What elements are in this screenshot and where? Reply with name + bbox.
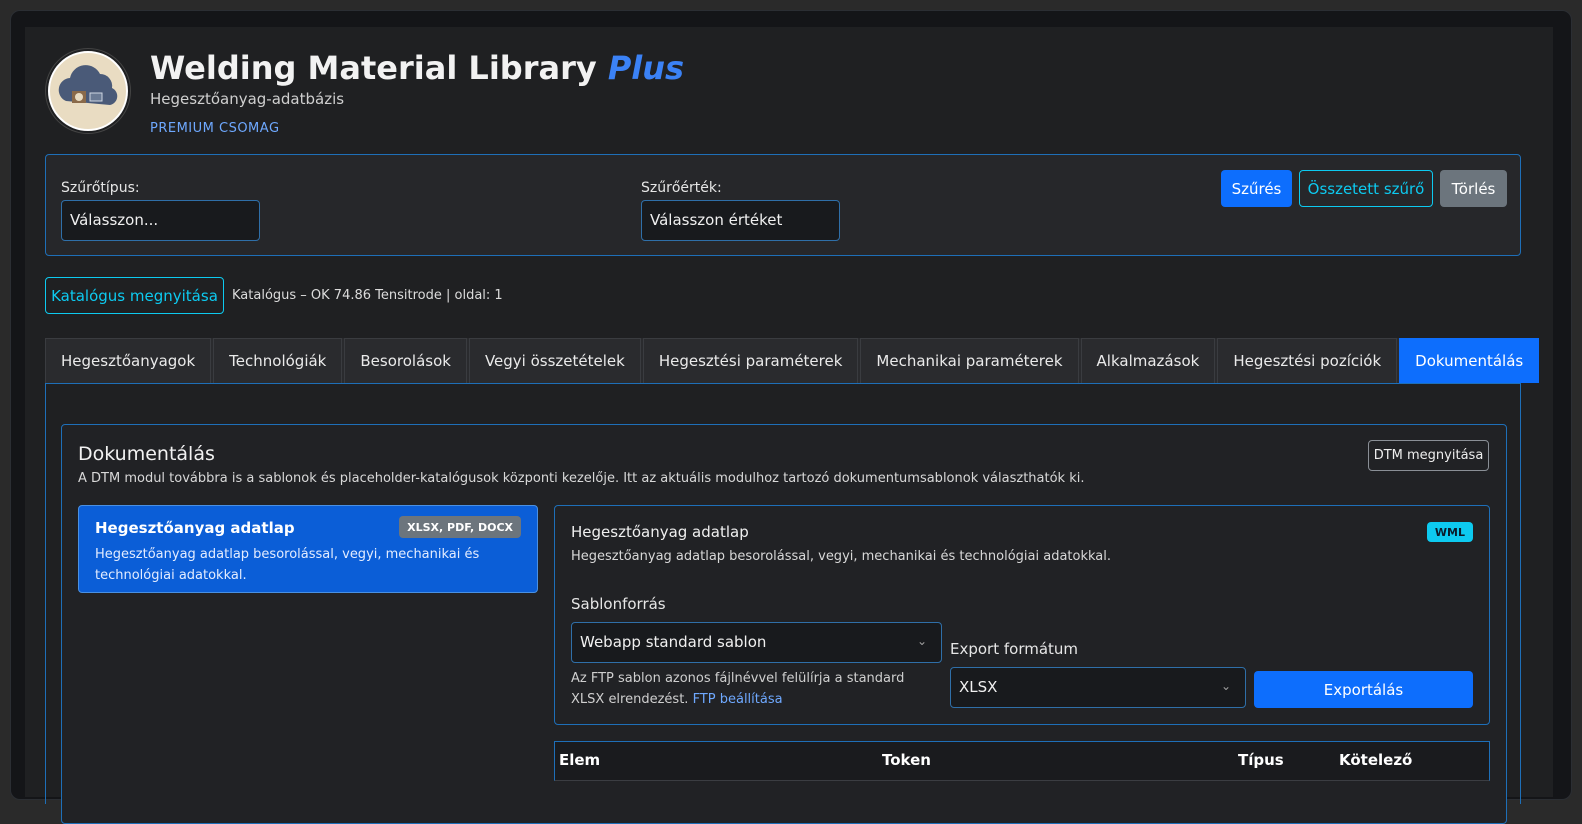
filter-value-select[interactable]: Válasszon értéket (641, 200, 840, 241)
filter-type-select[interactable]: Válasszon... (61, 200, 260, 241)
detail-description: Hegesztőanyag adatlap besorolással, vegy… (571, 549, 1112, 564)
documentation-card: Dokumentálás A DTM modul továbbra is a s… (61, 424, 1507, 824)
export-button[interactable]: Exportálás (1254, 671, 1473, 708)
package-label: PREMIUM CSOMAG (150, 121, 280, 136)
tab-technologiak[interactable]: Technológiák (213, 338, 343, 383)
template-list-item[interactable]: Hegesztőanyag adatlap XLSX, PDF, DOCX He… (78, 505, 538, 593)
chevron-down-icon: ⌄ (1220, 679, 1231, 693)
tab-hegesztesi-parameterek[interactable]: Hegesztési paraméterek (642, 338, 859, 383)
app-container: Welding Material Library Plus Hegesztőan… (25, 27, 1553, 824)
column-header-tipus: Típus (1238, 751, 1284, 769)
filter-value-label: Szűrőérték: (641, 180, 722, 196)
compound-filter-button[interactable]: Összetett szűrő (1299, 170, 1433, 207)
detail-title: Hegesztőanyag adatlap (571, 523, 749, 541)
column-header-token: Token (882, 751, 931, 769)
tab-vegyi-osszetetelek[interactable]: Vegyi összetételek (468, 338, 641, 383)
template-description: Hegesztőanyag adatlap besorolással, vegy… (95, 547, 480, 583)
export-format-value: XLSX (959, 678, 998, 696)
ftp-settings-link[interactable]: FTP beállítása (693, 692, 783, 707)
wml-badge: WML (1426, 522, 1473, 542)
app-subtitle: Hegesztőanyag-adatbázis (150, 90, 345, 108)
cloud-database-icon (58, 65, 118, 105)
app-title: Welding Material Library Plus (150, 49, 684, 87)
source-select-value: Webapp standard sablon (580, 633, 767, 651)
app-title-accent: Plus (607, 49, 685, 87)
export-format-select[interactable]: XLSX ⌄ (950, 667, 1246, 708)
tab-mechanikai-parameterek[interactable]: Mechanikai paraméterek (860, 338, 1079, 383)
tab-content: Dokumentálás A DTM modul továbbra is a s… (45, 384, 1521, 824)
column-header-elem: Elem (559, 751, 601, 769)
chevron-down-icon: ⌄ (916, 634, 927, 648)
filter-button[interactable]: Szűrés (1221, 170, 1292, 207)
tab-alkalmazasok[interactable]: Alkalmazások (1080, 338, 1216, 383)
tab-besorolasok[interactable]: Besorolások (344, 338, 467, 383)
filter-card: Szűrőtípus: Válasszon... Szűrőérték: Vál… (45, 154, 1521, 256)
source-select[interactable]: Webapp standard sablon ⌄ (571, 622, 942, 663)
template-formats-badge: XLSX, PDF, DOCX (399, 516, 521, 538)
source-label: Sablonforrás (571, 595, 666, 613)
template-name: Hegesztőanyag adatlap (95, 519, 295, 537)
tab-bar: Hegesztőanyagok Technológiák Besorolások… (45, 338, 1540, 384)
export-format-label: Export formátum (950, 640, 1079, 658)
documentation-title: Dokumentálás (78, 443, 215, 465)
clear-filter-button[interactable]: Törlés (1440, 170, 1507, 207)
app-logo (48, 51, 128, 131)
open-dtm-button[interactable]: DTM megnyitása (1368, 440, 1489, 471)
placeholder-table-header: Elem Token Típus Kötelező (554, 741, 1490, 781)
tab-dokumentalas[interactable]: Dokumentálás (1399, 338, 1540, 383)
template-detail-panel: Hegesztőanyag adatlap WML Hegesztőanyag … (554, 505, 1490, 725)
app-title-main: Welding Material Library (150, 49, 597, 87)
tab-hegesztesi-poziciok[interactable]: Hegesztési pozíciók (1217, 338, 1398, 383)
column-header-kotelezo: Kötelező (1339, 751, 1413, 769)
source-help-text: Az FTP sablon azonos fájlnévvel felülírj… (571, 668, 941, 710)
filter-type-label: Szűrőtípus: (61, 180, 140, 196)
tab-hegesztoanyagok[interactable]: Hegesztőanyagok (45, 338, 212, 383)
open-catalog-button[interactable]: Katalógus megnyitása (45, 277, 224, 314)
catalog-info: Katalógus – OK 74.86 Tensitrode | oldal:… (232, 288, 503, 303)
documentation-description: A DTM modul továbbra is a sablonok és pl… (78, 471, 1085, 486)
